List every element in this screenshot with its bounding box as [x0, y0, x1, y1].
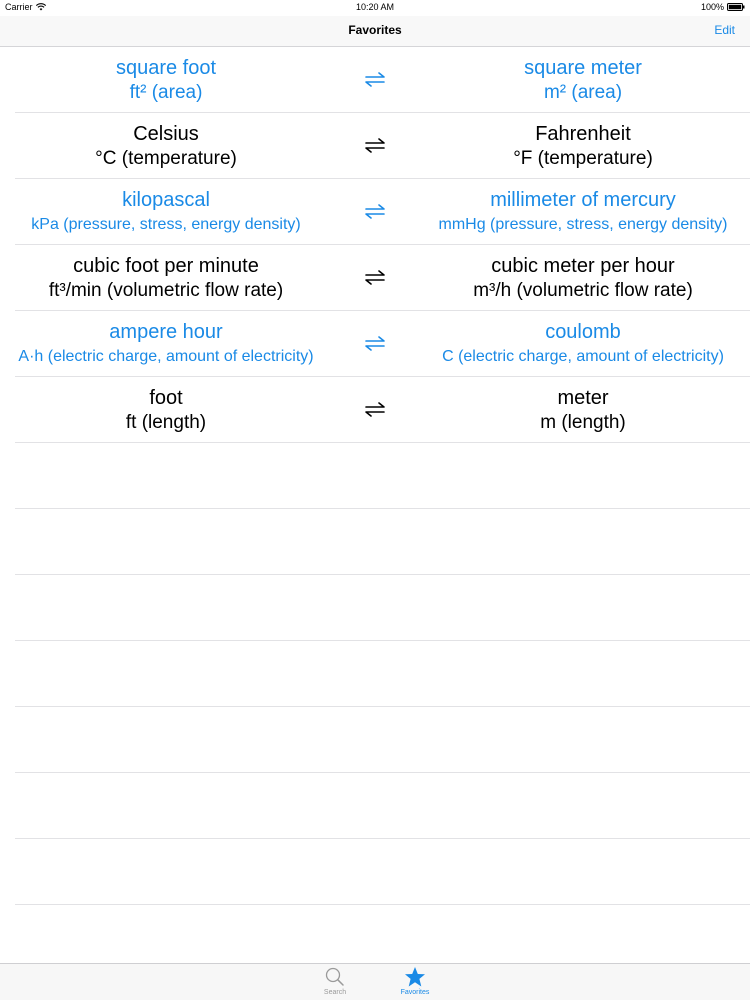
right-unit-description: °F (temperature) — [513, 148, 653, 169]
tab-favorites-label: Favorites — [400, 989, 430, 996]
empty-row — [15, 641, 750, 707]
favorites-table: square foot ft² (area) square meter m² (are… — [0, 47, 750, 971]
screen: Carrier 10:20 AM 100% Favorites Edit squ… — [0, 0, 750, 1000]
swap-arrows-icon — [365, 72, 385, 87]
edit-button[interactable]: Edit — [714, 23, 735, 37]
empty-row — [15, 707, 750, 773]
navigation-bar: Favorites Edit — [0, 16, 750, 47]
battery-icon — [727, 3, 745, 11]
empty-row — [15, 575, 750, 641]
right-unit-name: cubic meter per hour — [491, 255, 675, 277]
right-unit-name: square meter — [524, 57, 642, 79]
star-icon — [405, 967, 425, 987]
swap-arrows-icon — [365, 336, 385, 351]
right-unit: square meter m² (area) — [415, 55, 750, 105]
left-unit-name: kilopascal — [122, 189, 210, 211]
favorite-row[interactable]: kilopascal kPa (pressure, stress, energy … — [15, 179, 750, 245]
right-unit-name: meter — [557, 387, 609, 409]
right-unit: coulomb C (electric charge, amount of ele… — [415, 319, 750, 369]
left-unit-name: Celsius — [133, 123, 199, 145]
tab-bar: Search Favorites — [0, 963, 750, 1000]
right-unit-description: m² (area) — [543, 82, 623, 103]
right-unit-description: m³/h (volumetric flow rate) — [473, 280, 693, 301]
tab-favorites[interactable]: Favorites — [385, 966, 445, 996]
right-unit-description: mmHg (pressure, stress, energy density) — [438, 216, 728, 233]
right-unit-name: coulomb — [545, 321, 621, 343]
left-unit: square foot ft² (area) — [0, 55, 332, 105]
favorite-row[interactable]: Celsius °C (temperature) Fahrenheit °F (tem… — [15, 113, 750, 179]
left-unit-name: ampere hour — [109, 321, 223, 343]
favorite-row[interactable]: ampere hour A·h (electric charge, amount … — [15, 311, 750, 377]
left-unit-name: square foot — [115, 57, 217, 79]
battery-percent: 100% — [700, 2, 724, 12]
swap-arrows-icon — [365, 138, 385, 153]
swap-arrows-icon — [365, 270, 385, 285]
tab-search-label: Search — [323, 989, 347, 996]
right-unit: Fahrenheit °F (temperature) — [415, 121, 750, 171]
page-title: Favorites — [348, 23, 402, 37]
left-unit-description: ft³/min (volumetric flow rate) — [48, 280, 284, 301]
search-icon — [325, 967, 344, 986]
left-unit-description: A·h (electric charge, amount of electric… — [18, 348, 314, 365]
right-unit-description: C (electric charge, amount of electricit… — [442, 348, 724, 365]
favorite-row[interactable]: cubic foot per minute ft³/min (volumetric… — [15, 245, 750, 311]
right-unit: millimeter of mercury mmHg (pressure, str… — [415, 187, 750, 237]
right-unit: cubic meter per hour m³/h (volumetric flo… — [415, 253, 750, 303]
status-time: 10:20 AM — [355, 2, 395, 12]
swap-arrows-icon — [365, 204, 385, 219]
left-unit: kilopascal kPa (pressure, stress, energy … — [0, 187, 332, 237]
empty-row — [15, 839, 750, 905]
right-unit-name: Fahrenheit — [535, 123, 631, 145]
empty-row — [15, 443, 750, 509]
tab-search[interactable]: Search — [305, 966, 365, 996]
empty-row — [15, 905, 750, 971]
left-unit: Celsius °C (temperature) — [0, 121, 332, 171]
right-unit-description: m (length) — [540, 412, 626, 433]
left-unit-description: °C (temperature) — [95, 148, 237, 169]
left-unit-description: ft (length) — [125, 412, 207, 433]
empty-row — [15, 509, 750, 575]
right-unit-name: millimeter of mercury — [490, 189, 676, 211]
left-unit-description: kPa (pressure, stress, energy density) — [31, 216, 301, 233]
status-bar: Carrier 10:20 AM 100% — [0, 0, 750, 16]
swap-arrows-icon — [365, 402, 385, 417]
empty-row — [15, 773, 750, 839]
right-unit: meter m (length) — [415, 385, 750, 435]
left-unit-description: ft² (area) — [129, 82, 203, 103]
favorite-row[interactable]: square foot ft² (area) square meter m² (are… — [15, 47, 750, 113]
status-right: 100% — [701, 2, 745, 12]
left-unit: ampere hour A·h (electric charge, amount … — [0, 319, 332, 369]
left-unit: foot ft (length) — [0, 385, 332, 435]
left-unit-name: foot — [149, 387, 183, 409]
left-unit-name: cubic foot per minute — [73, 255, 259, 277]
left-unit: cubic foot per minute ft³/min (volumetric… — [0, 253, 332, 303]
favorite-row[interactable]: foot ft (length) meter m (length) — [15, 377, 750, 443]
